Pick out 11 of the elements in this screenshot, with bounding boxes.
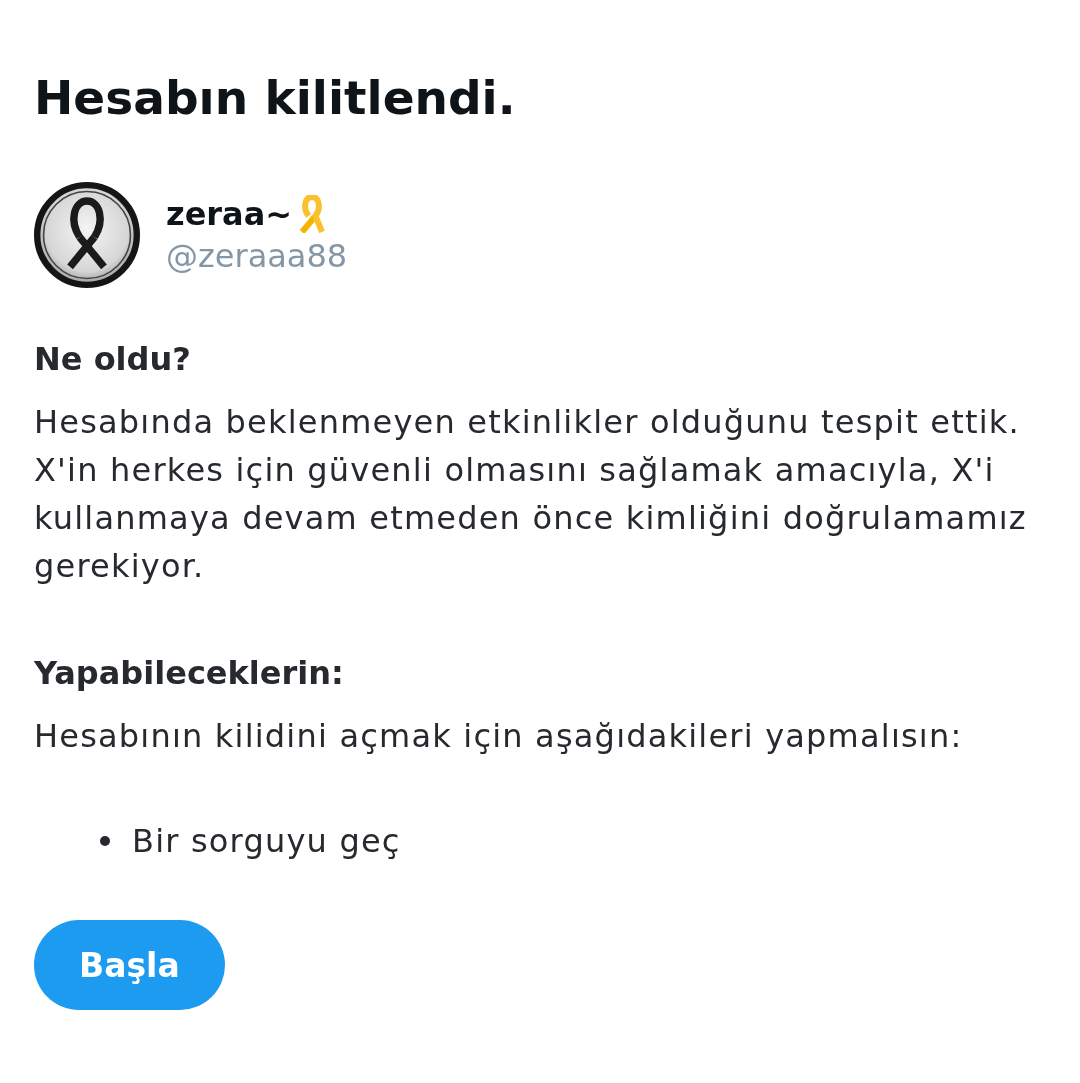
section-heading: Ne oldu? (34, 339, 191, 380)
section-text: Hesabının kilidini açmak için aşağıdakileri yapmalısın: (34, 716, 963, 758)
user-handle: @zeraaa88 (166, 236, 348, 278)
bullet-icon (100, 836, 110, 847)
section-text: Hesabında beklenmeyen etkinlikler olduğunu tespit ettik. X'in herkes için güvenli olmasını sağlamak amacıyla, X'i kullanmaya devam etmeden önce kimliğini doğrulamamız gerekiyor. (34, 402, 1027, 588)
section-heading: Yapabileceklerin: (34, 653, 344, 694)
page-title: Hesabın kilitlendi. (34, 70, 516, 127)
list-item-text: Bir sorguyu geç (132, 821, 401, 863)
avatar-ribbon-icon (34, 182, 140, 289)
display-name: zeraa~ (166, 194, 293, 236)
start-button[interactable]: Başla (34, 920, 225, 1011)
